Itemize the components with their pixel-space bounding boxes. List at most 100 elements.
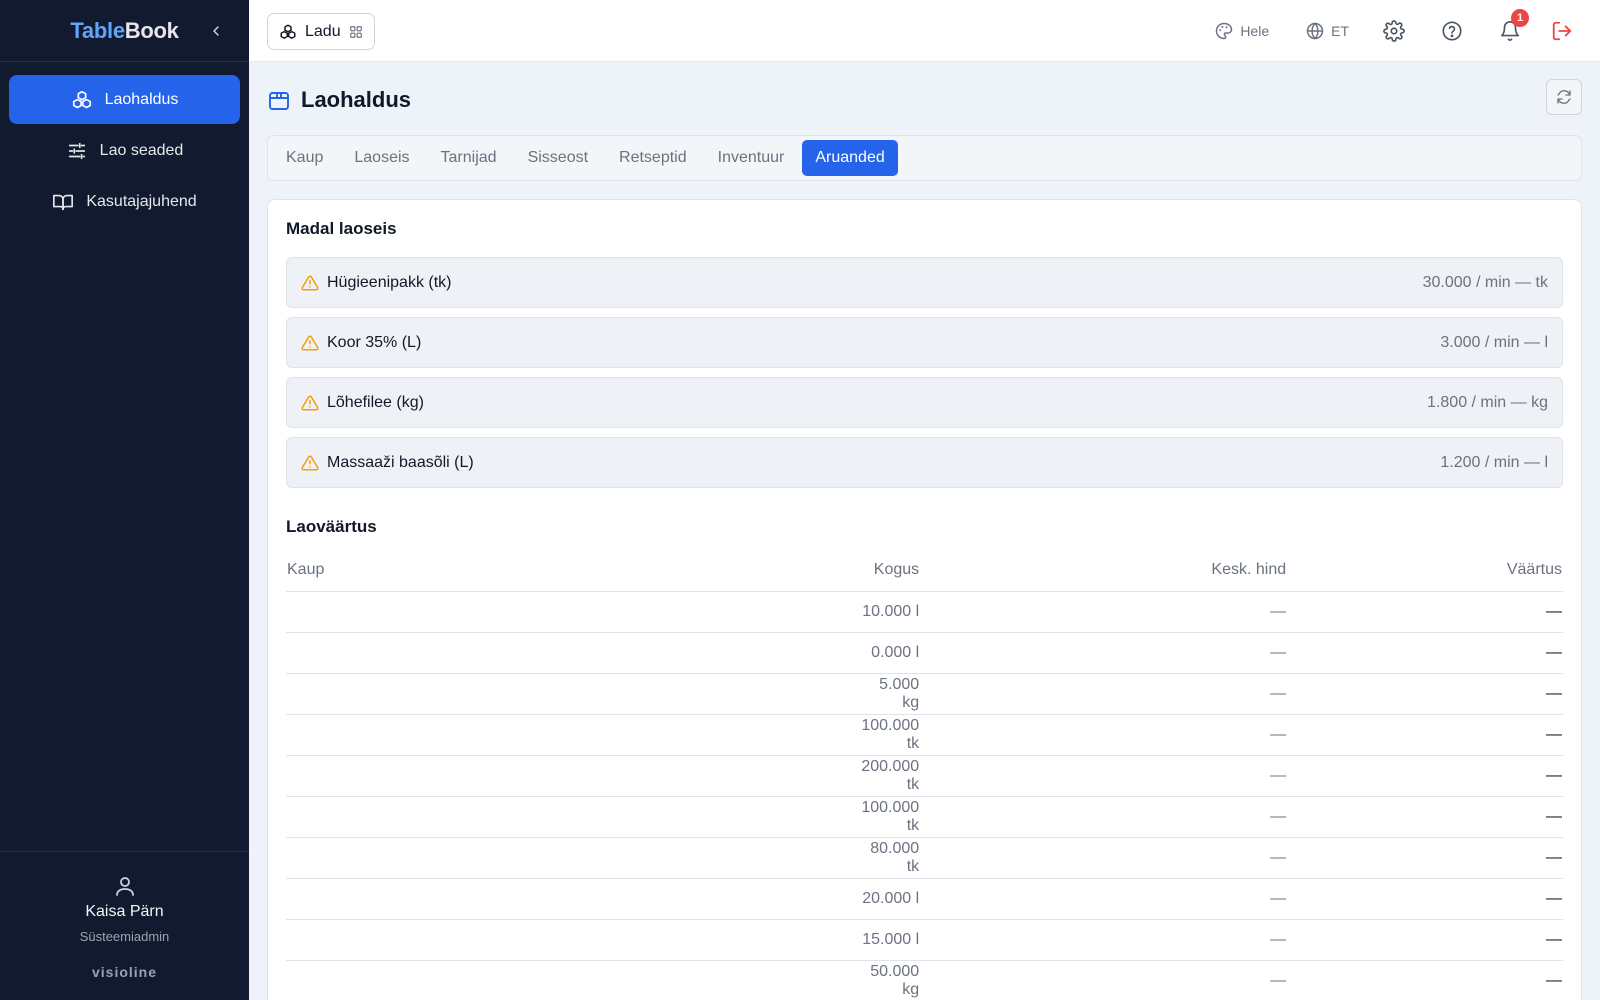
sidebar-item-laohaldus[interactable]: Laohaldus (9, 75, 240, 124)
tab-inventuur[interactable]: Inventuur (705, 140, 798, 176)
low-stock-item-detail: 3.000 / min — l (1440, 333, 1548, 351)
package-icon (269, 92, 289, 110)
sidebar-item-label: Lao seaded (99, 141, 184, 159)
cell-avg-price: — (920, 632, 1288, 674)
help-button[interactable] (1441, 20, 1463, 42)
table-row: 200.000 tk — — (286, 755, 1563, 797)
theme-label: Hele (1240, 23, 1270, 39)
warning-icon (301, 274, 319, 290)
logout-button[interactable] (1551, 20, 1573, 42)
book-icon (53, 194, 74, 210)
logout-icon (1552, 21, 1572, 41)
cell-avg-price: — (920, 960, 1288, 1000)
tab-laoseis[interactable]: Laoseis (341, 140, 422, 176)
table-row: 15.000 l — — (286, 919, 1563, 961)
cell-value: — (1287, 591, 1563, 633)
cell-avg-price: — (920, 878, 1288, 920)
cell-quantity: 100.000 tk (860, 714, 921, 756)
tab-sisseost[interactable]: Sisseost (515, 140, 601, 176)
cell-avg-price: — (920, 796, 1288, 838)
language-selector[interactable]: ET (1305, 21, 1349, 41)
brand-row: TableBook (0, 0, 249, 62)
cell-avg-price: — (920, 714, 1288, 756)
tab-retseptid[interactable]: Retseptid (606, 140, 700, 176)
cell-value: — (1287, 919, 1563, 961)
low-stock-item-name: Massaaži baasõli (L) (327, 453, 474, 471)
stock-value-table: Kaup Kogus Kesk. hind Väärtus 10.000 l — —… (286, 550, 1563, 1000)
cell-quantity: 80.000 tk (860, 837, 921, 879)
top-actions: Hele ET 1 (1214, 0, 1600, 62)
cell-item (286, 714, 861, 756)
tab-aruanded[interactable]: Aruanded (802, 140, 898, 176)
cell-item (286, 960, 861, 1000)
column-header-value[interactable]: Väärtus (1287, 550, 1563, 592)
sidebar-item-kasutajajuhend[interactable]: Kasutajajuhend (9, 177, 240, 226)
table-header-row: Kaup Kogus Kesk. hind Väärtus (286, 550, 1563, 592)
grid-icon (349, 25, 362, 38)
cell-quantity: 10.000 l (860, 591, 921, 633)
warning-icon (301, 394, 319, 410)
module-switcher-button[interactable]: Ladu (267, 13, 375, 50)
module-label: Ladu (305, 22, 341, 40)
gear-icon (1383, 20, 1405, 42)
sidebar-nav: Laohaldus Lao seaded Kasutajajuhend (0, 62, 249, 241)
palette-icon (1216, 22, 1233, 40)
theme-toggle[interactable]: Hele (1214, 21, 1269, 41)
sliders-icon (68, 142, 85, 159)
cell-value: — (1287, 673, 1563, 715)
column-header-quantity[interactable]: Kogus (860, 550, 921, 592)
cell-item (286, 919, 861, 961)
collapse-sidebar-button[interactable] (205, 20, 227, 42)
topbar: Ladu Hele ET 1 (249, 0, 1600, 62)
low-stock-item: Koor 35% (L) 3.000 / min — l (286, 317, 1563, 368)
page-header: Laohaldus (267, 82, 411, 118)
cell-item (286, 755, 861, 797)
cell-quantity: 20.000 l (860, 878, 921, 920)
globe-icon (1306, 22, 1324, 40)
user-profile[interactable] (0, 874, 249, 898)
sidebar: TableBook Laohaldus Lao seaded Kasutajaj… (0, 0, 249, 1000)
cell-item (286, 632, 861, 674)
cell-avg-price: — (920, 837, 1288, 879)
cell-avg-price: — (920, 673, 1288, 715)
table-row: 100.000 tk — — (286, 796, 1563, 838)
table-row: 0.000 l — — (286, 632, 1563, 674)
low-stock-list: Hügieenipakk (tk) 30.000 / min — tk Koor… (286, 257, 1563, 497)
language-label: ET (1331, 23, 1349, 39)
cell-quantity: 15.000 l (860, 919, 921, 961)
brand-part-2: Book (124, 17, 179, 43)
sidebar-item-lao-seaded[interactable]: Lao seaded (9, 126, 240, 175)
main-content: Laohaldus Kaup Laoseis Tarnijad Sisseost… (249, 62, 1600, 1000)
sidebar-item-label: Kasutajajuhend (86, 192, 197, 210)
low-stock-item-name: Koor 35% (L) (327, 333, 422, 351)
brand-part-1: Table (70, 17, 125, 43)
notifications-button[interactable]: 1 (1499, 9, 1529, 42)
table-row: 100.000 tk — — (286, 714, 1563, 756)
boxes-icon (280, 24, 296, 39)
cell-value: — (1287, 878, 1563, 920)
column-header-item[interactable]: Kaup (286, 550, 861, 592)
warning-icon (301, 454, 319, 470)
tab-bar: Kaup Laoseis Tarnijad Sisseost Retseptid… (267, 135, 1582, 181)
tab-kaup[interactable]: Kaup (273, 140, 336, 176)
refresh-button[interactable] (1546, 79, 1582, 115)
notification-badge: 1 (1511, 9, 1529, 27)
cell-value: — (1287, 632, 1563, 674)
column-header-avg-price[interactable]: Kesk. hind (920, 550, 1288, 592)
cell-item (286, 837, 861, 879)
vendor-logo: visioline (91, 964, 158, 980)
brand-logo[interactable]: TableBook (70, 18, 178, 44)
user-role: Süsteemiadmin (79, 929, 170, 944)
stock-value-title: Laoväärtus (286, 517, 377, 536)
cell-avg-price: — (920, 919, 1288, 961)
table-row: 20.000 l — — (286, 878, 1563, 920)
cell-quantity: 100.000 tk (860, 796, 921, 838)
cell-item (286, 673, 861, 715)
cell-value: — (1287, 960, 1563, 1000)
settings-button[interactable] (1383, 20, 1405, 42)
low-stock-item: Massaaži baasõli (L) 1.200 / min — l (286, 437, 1563, 488)
tab-tarnijad[interactable]: Tarnijad (428, 140, 510, 176)
cell-avg-price: — (920, 591, 1288, 633)
low-stock-item-detail: 30.000 / min — tk (1422, 273, 1548, 291)
table-row: 5.000 kg — — (286, 673, 1563, 715)
